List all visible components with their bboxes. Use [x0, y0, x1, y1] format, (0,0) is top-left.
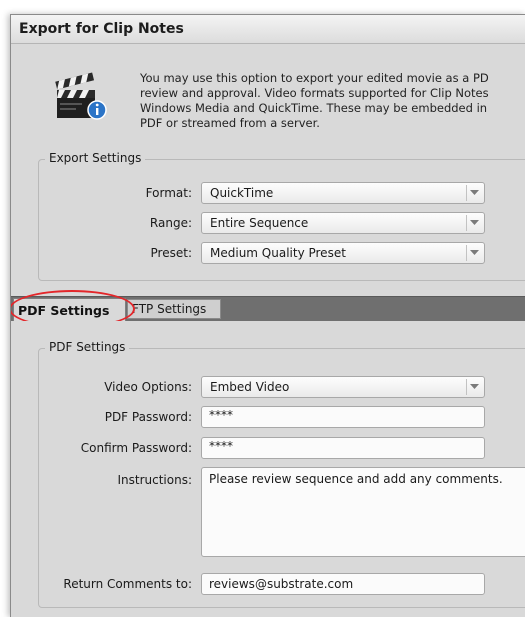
return-comments-field[interactable]: reviews@substrate.com: [201, 573, 485, 595]
range-value: Entire Sequence: [210, 216, 309, 230]
window-title: Export for Clip Notes: [19, 21, 184, 37]
video-options-value: Embed Video: [210, 380, 290, 394]
chevron-down-icon: [466, 215, 482, 231]
format-value: QuickTime: [210, 186, 274, 200]
instructions-label: Instructions:: [117, 473, 192, 487]
chevron-down-icon: [466, 379, 482, 395]
range-label: Range:: [149, 216, 192, 230]
intro-line: You may use this option to export your e…: [140, 71, 489, 85]
intro-line: PDF or streamed from a server.: [140, 116, 320, 130]
chevron-down-icon: [466, 185, 482, 201]
pdf-password-label: PDF Password:: [104, 410, 192, 424]
export-dialog: Export for Clip Notes You may use this o…: [10, 14, 525, 617]
return-comments-label: Return Comments to:: [63, 577, 192, 591]
chevron-down-icon: [466, 245, 482, 261]
confirm-password-label: Confirm Password:: [80, 441, 192, 455]
intro-line: Windows Media and QuickTime. These may b…: [140, 101, 488, 115]
instructions-textarea[interactable]: Please review sequence and add any comme…: [201, 467, 525, 557]
tab-ftp-settings[interactable]: FTP Settings: [127, 299, 221, 319]
format-label: Format:: [145, 186, 192, 200]
intro-line: review and approval. Video formats suppo…: [140, 86, 489, 100]
video-options-label: Video Options:: [104, 380, 192, 394]
format-select[interactable]: QuickTime: [201, 182, 485, 204]
pdf-settings-legend: PDF Settings: [45, 340, 130, 354]
preset-value: Medium Quality Preset: [210, 246, 346, 260]
preset-select[interactable]: Medium Quality Preset: [201, 242, 485, 264]
pdf-password-value: ****: [209, 408, 233, 422]
range-select[interactable]: Entire Sequence: [201, 212, 485, 234]
preset-label: Preset:: [150, 246, 192, 260]
return-comments-value: reviews@substrate.com: [209, 577, 354, 591]
pdf-password-field[interactable]: ****: [201, 406, 485, 428]
video-options-select[interactable]: Embed Video: [201, 376, 485, 398]
tab-label: FTP Settings: [132, 302, 207, 316]
intro-text: You may use this option to export your e…: [140, 71, 525, 131]
export-settings-legend: Export Settings: [45, 151, 146, 165]
instructions-value: Please review sequence and add any comme…: [209, 472, 503, 486]
clapperboard-info-icon: [55, 72, 107, 120]
confirm-password-field[interactable]: ****: [201, 437, 485, 459]
confirm-password-value: ****: [209, 439, 233, 453]
title-bar: Export for Clip Notes: [11, 15, 525, 44]
